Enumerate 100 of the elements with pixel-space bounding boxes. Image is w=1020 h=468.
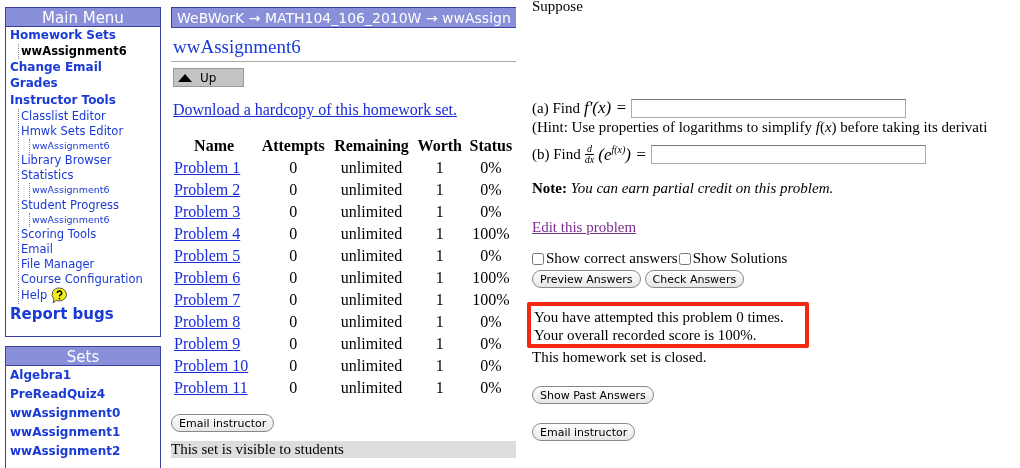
- checkbox[interactable]: [532, 252, 544, 265]
- table-cell-text: 1: [434, 180, 445, 200]
- up-triangle-icon: [178, 73, 192, 82]
- help-icon[interactable]: [51, 287, 69, 305]
- table-cell-text: 0%: [479, 378, 503, 398]
- hardcopy-link[interactable]: Download a hardcopy of this homework set.: [173, 101, 457, 118]
- table-cell-text: 0: [288, 224, 299, 244]
- set-link[interactable]: wwAssignment1: [10, 422, 160, 442]
- problem-link[interactable]: Problem 8: [174, 313, 241, 330]
- submenu-link[interactable]: File Manager: [21, 257, 160, 273]
- submenu-link[interactable]: wwAssignment6: [32, 138, 160, 154]
- closed-message: This homework set is closed.: [532, 348, 708, 366]
- answer-field[interactable]: [630, 98, 906, 118]
- table-cell-text: unlimited: [339, 312, 404, 332]
- problem-link[interactable]: Problem 4: [174, 225, 241, 242]
- submenu-link[interactable]: wwAssignment6: [32, 183, 160, 198]
- set-title: wwAssignment6: [173, 36, 302, 58]
- checkbox-option[interactable]: Show Solutions: [678, 250, 788, 267]
- checkbox[interactable]: [678, 252, 691, 265]
- set-link[interactable]: Algebra1: [10, 366, 160, 386]
- table-cell-text: unlimited: [339, 246, 404, 266]
- table-cell-text: 0%: [479, 246, 503, 266]
- problem-link[interactable]: Problem 11: [174, 379, 248, 396]
- submenu-link[interactable]: Help: [21, 288, 48, 304]
- problem-intro: Suppose: [532, 0, 584, 15]
- table-cell-text: 1: [434, 334, 445, 354]
- answer-button[interactable]: Check Answers: [644, 270, 745, 288]
- table-cell-text: 0%: [479, 180, 503, 200]
- attempt-message: Your overall recorded score is 100%.: [534, 326, 758, 344]
- menu-link[interactable]: Grades: [10, 75, 160, 93]
- table-cell-text: 1: [434, 158, 445, 178]
- panel-title: Main Menu: [6, 7, 160, 27]
- problem-link[interactable]: Problem 9: [174, 335, 241, 352]
- question-label: (b) Find: [532, 146, 581, 163]
- table-cell-text: unlimited: [339, 158, 404, 178]
- edit-problem-link[interactable]: Edit this problem: [532, 219, 637, 235]
- set-link[interactable]: wwAssignment2: [10, 441, 160, 461]
- checkbox-option[interactable]: Show correct answers: [532, 250, 678, 267]
- table-cell-text: 100%: [471, 290, 511, 310]
- table-cell-text: 0: [288, 246, 299, 266]
- table-cell-text: 0: [288, 290, 299, 310]
- table-cell-text: 1: [434, 202, 445, 222]
- submenu-link[interactable]: Statistics: [21, 168, 160, 184]
- table-cell-text: unlimited: [339, 180, 404, 200]
- set-link[interactable]: PreReadQuiz4: [10, 385, 160, 404]
- set-link[interactable]: wwAssignment0: [10, 403, 160, 423]
- answer-button[interactable]: Preview Answers: [532, 270, 641, 288]
- submenu-link[interactable]: Course Configuration: [21, 272, 160, 288]
- table-cell-text: 0: [288, 378, 299, 398]
- problem-link[interactable]: Problem 1: [174, 159, 241, 176]
- table-cell-text: 100%: [471, 224, 511, 244]
- submenu-link[interactable]: Hmwk Sets Editor: [21, 123, 160, 139]
- report-bugs-link[interactable]: Report bugs: [10, 304, 160, 325]
- table-cell-text: unlimited: [339, 290, 404, 310]
- show-past-answers-button[interactable]: Show Past Answers: [532, 386, 654, 404]
- column-header: Worth: [416, 136, 463, 156]
- table-cell-text: 0: [288, 158, 299, 178]
- problem-link[interactable]: Problem 5: [174, 247, 241, 264]
- table-cell-text: unlimited: [339, 224, 404, 244]
- table-cell-text: 0%: [479, 334, 503, 354]
- menu-link[interactable]: Instructor Tools: [10, 92, 160, 109]
- submenu-link[interactable]: Library Browser: [21, 153, 160, 169]
- table-cell-text: unlimited: [339, 334, 404, 354]
- submenu-link[interactable]: Email: [21, 242, 160, 258]
- table-cell-text: unlimited: [339, 202, 404, 222]
- table-cell-text: 1: [434, 268, 445, 288]
- email-instructor-button[interactable]: Email instructor: [532, 423, 636, 441]
- problem-link[interactable]: Problem 3: [174, 203, 241, 220]
- attempt-message: You have attempted this problem 0 times.: [534, 308, 785, 326]
- answer-field[interactable]: [650, 145, 926, 164]
- table-cell-text: 0: [288, 334, 299, 354]
- table-cell-text: 1: [434, 224, 445, 244]
- submenu-link[interactable]: wwAssignment6: [21, 43, 160, 59]
- table-cell-text: 0%: [479, 356, 503, 376]
- submenu-link[interactable]: Student Progress: [21, 197, 160, 213]
- up-button[interactable]: Up: [173, 68, 244, 87]
- column-header: Remaining: [333, 136, 410, 157]
- menu-link[interactable]: Change Email: [10, 58, 160, 76]
- menu-link[interactable]: Homework Sets: [10, 27, 160, 44]
- submenu-link[interactable]: Classlist Editor: [21, 108, 160, 124]
- table-cell-text: 0: [288, 180, 299, 200]
- problem-link[interactable]: Problem 2: [174, 181, 241, 198]
- breadcrumb-bar: WeBWorK → MATH104_106_2010W → wwAssign: [171, 7, 516, 28]
- table-cell-text: 0%: [479, 202, 503, 222]
- table-cell-text: 1: [434, 356, 445, 376]
- table-cell-text: 1: [434, 378, 445, 398]
- submenu-link[interactable]: Scoring Tools: [21, 227, 160, 243]
- question-label: (a) Find: [532, 99, 580, 117]
- note-text: Note: You can earn partial credit on this problem.: [532, 179, 835, 197]
- email-instructor-button[interactable]: Email instructor: [171, 414, 275, 432]
- table-cell-text: 1: [434, 290, 445, 310]
- table-cell-text: 0%: [479, 312, 503, 332]
- problem-link[interactable]: Problem 7: [174, 291, 241, 308]
- column-header: Name: [193, 136, 236, 156]
- table-cell-text: 0: [288, 268, 299, 288]
- table-cell-text: 1: [434, 312, 445, 332]
- table-cell-text: unlimited: [339, 268, 404, 288]
- problem-link[interactable]: Problem 6: [174, 269, 241, 286]
- problem-link[interactable]: Problem 10: [174, 357, 249, 374]
- submenu-link[interactable]: wwAssignment6: [32, 212, 160, 228]
